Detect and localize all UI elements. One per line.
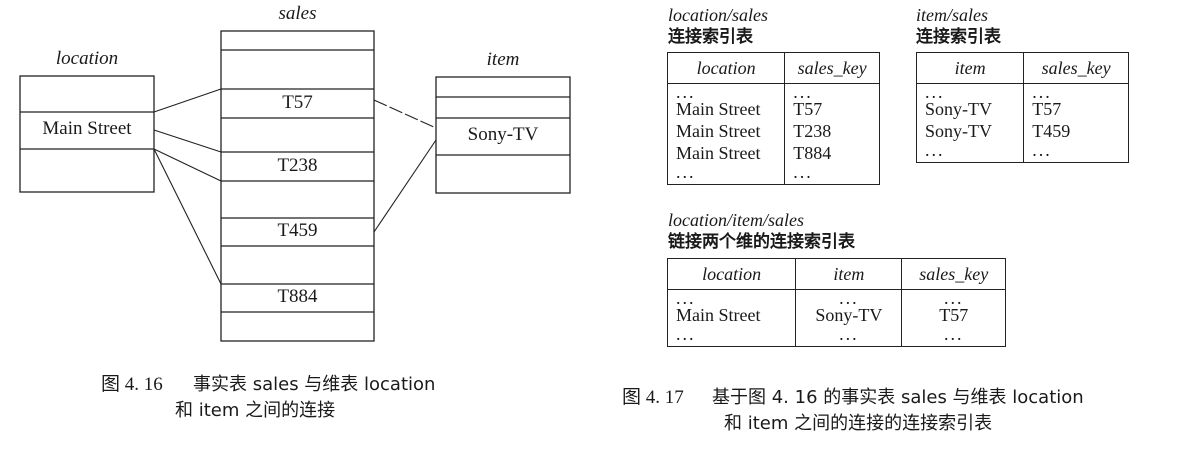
table-cell: T57 [901,304,1006,326]
table-cell: Main Street [666,98,786,120]
table3-title-en: location/item/sales [668,210,804,230]
table-cell: T57 [1023,98,1129,120]
join-line [153,88,222,113]
table-row: ... ... ... [666,325,1006,347]
join-line [153,148,222,285]
table2-title-zh: 连接索引表 [916,27,1001,47]
table-cell: T57 [784,98,880,120]
table1-title-zh: 连接索引表 [668,27,753,47]
column-header: sales_key [901,258,1006,290]
table3-title: location/item/sales 链接两个维的连接索引表 [668,209,855,253]
table-cell: ... [784,83,880,101]
table-row: Main Street T884 [666,142,880,164]
table-row: Sony-TV T57 [915,98,1129,120]
table-row: ... ... [915,141,1129,163]
table-cell: ... [915,83,1025,101]
table-cell: ... [795,325,903,347]
table-row: ... ... [915,83,1129,101]
table-row: Sony-TV T459 [915,120,1129,142]
table-cell: ... [915,141,1025,163]
table-row: ... ... [666,83,880,101]
join-line [153,148,222,182]
figure-4-16: sales location item Main Street Sony-TV … [0,0,590,453]
table-row: Main Street Sony-TV T57 [666,304,1006,326]
table-cell: T459 [1023,120,1129,142]
sales-cell: T57 [282,92,313,113]
join-line [153,129,222,153]
figure-number: 图 4. 17 [622,387,684,408]
table-cell: Sony-TV [915,120,1025,142]
table-row: Main Street T57 [666,98,880,120]
table-row: Main Street T238 [666,120,880,142]
figure-caption-line1: 事实表 sales 与维表 location [193,374,436,395]
table-cell: ... [795,289,903,307]
figure-caption-line2: 和 item 之间的连接 [175,400,336,421]
column-header: sales_key [784,52,880,84]
join-line [373,139,437,233]
column-header: location [666,52,786,84]
table-cell: Sony-TV [795,304,903,326]
column-header: item [915,52,1025,84]
sales-cell: T884 [277,286,318,307]
table-row: ... ... ... [666,289,1006,307]
table-cell: Main Street [666,304,797,326]
join-line [373,99,437,129]
table1-title-en: location/sales [668,5,768,25]
figure-number: 图 4. 16 [101,374,163,395]
item-table-label: item [486,49,520,70]
table-cell: ... [666,325,797,347]
table-cell: ... [901,325,1006,347]
table-cell: ... [784,163,880,185]
table-cell: ... [666,163,786,185]
location-cell-main-street: Main Street [42,118,132,139]
table-row: ... ... [666,163,880,185]
sales-table-label: sales [278,3,317,24]
sales-cell: T459 [277,220,318,241]
table-cell: T238 [784,120,880,142]
table-cell: Main Street [666,142,786,164]
table1-title: location/sales 连接索引表 [668,4,768,48]
table-cell: ... [666,83,786,101]
table-cell: ... [901,289,1006,307]
sales-cell: T238 [277,155,318,176]
column-header: location [666,258,797,290]
item-sales-join-index-table: item sales_key ... ... Sony-TV T57 Sony-… [915,52,1129,163]
table-cell: ... [1023,141,1129,163]
table2-title-en: item/sales [916,5,988,25]
figure-caption-line1: 基于图 4. 16 的事实表 sales 与维表 location [712,387,1084,408]
table3-title-zh: 链接两个维的连接索引表 [668,232,855,252]
table-cell: T884 [784,142,880,164]
table-cell: ... [1023,83,1129,101]
column-header: item [795,258,903,290]
figure-caption-line2: 和 item 之间的连接的连接索引表 [724,413,993,434]
location-table-label: location [55,48,119,69]
table2-title: item/sales 连接索引表 [916,4,1001,48]
table-cell: Main Street [666,120,786,142]
column-header: sales_key [1023,52,1129,84]
item-cell-sony-tv: Sony-TV [467,124,539,145]
location-item-sales-join-index-table: location item sales_key ... ... ... Main… [666,258,1006,347]
location-sales-join-index-table: location sales_key ... ... Main Street T… [666,52,880,185]
table-cell: Sony-TV [915,98,1025,120]
table-cell: ... [666,289,797,307]
